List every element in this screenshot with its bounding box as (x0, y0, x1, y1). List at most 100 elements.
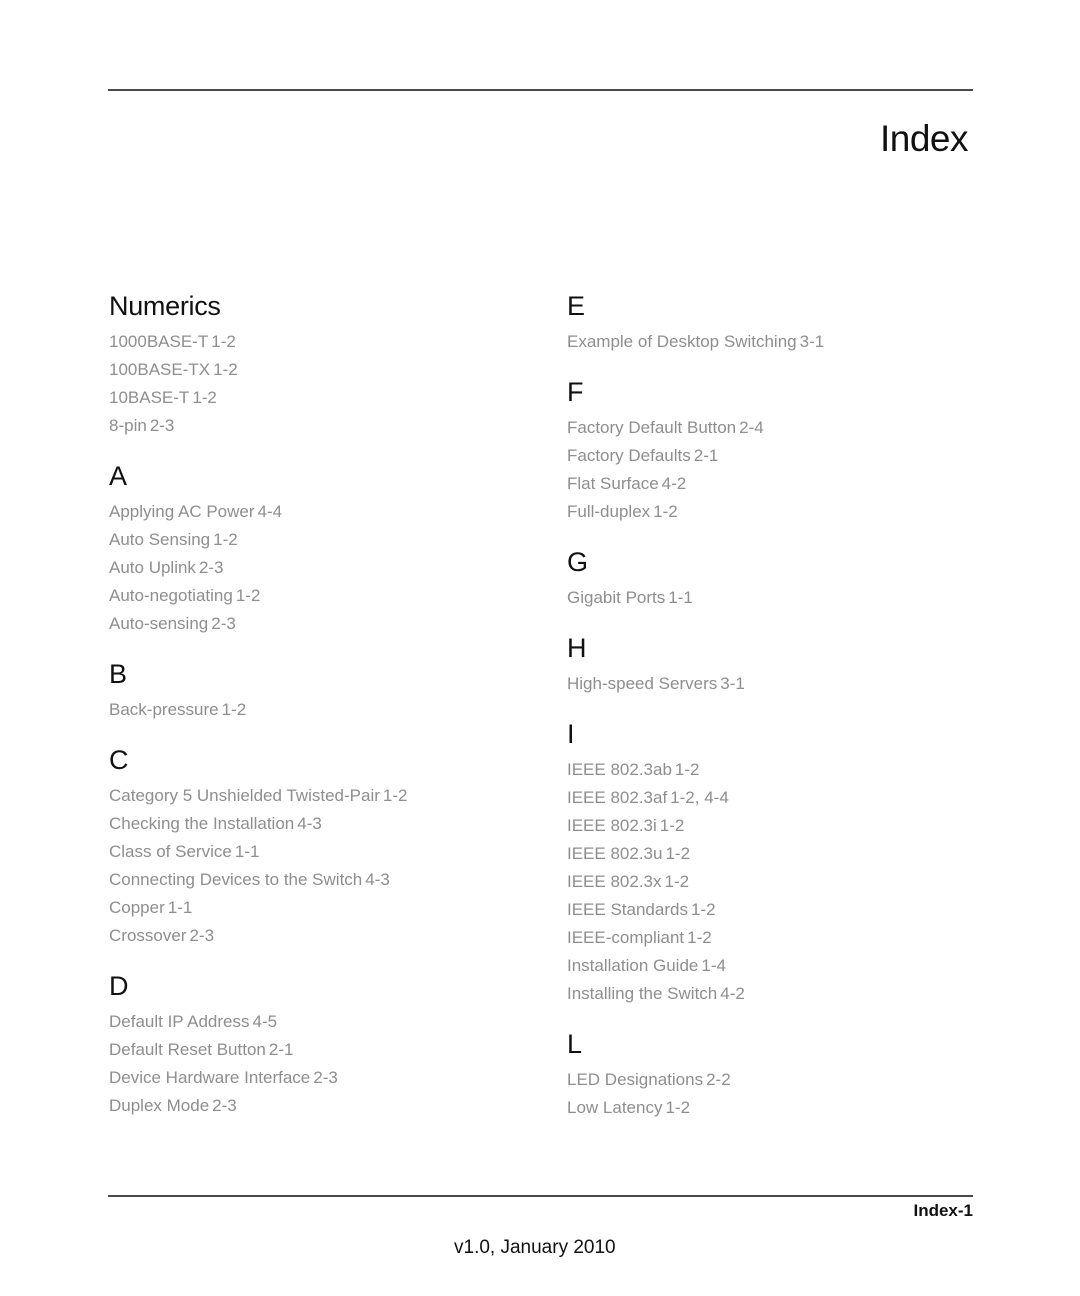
entry-term: IEEE Standards (567, 900, 688, 919)
entry-term: IEEE 802.3x (567, 872, 662, 891)
entry-term: Auto-negotiating (109, 586, 233, 605)
index-entry[interactable]: Checking the Installation 4-3 (109, 810, 529, 838)
index-entry[interactable]: Flat Surface 4-2 (567, 470, 987, 498)
entry-term: 8-pin (109, 416, 147, 435)
index-entry[interactable]: Low Latency 1-2 (567, 1094, 987, 1122)
entry-page-link[interactable]: 1-2 (383, 786, 408, 805)
entry-page-link[interactable]: 1-2 (687, 928, 712, 947)
index-section: Numerics 1000BASE-T 1-2 100BASE-TX 1-2 10BASE… (109, 288, 529, 440)
entry-page-link[interactable]: 4-4 (258, 502, 283, 521)
entry-page-link[interactable]: 1-2 (653, 502, 678, 521)
entry-page-link[interactable]: 1-2 (665, 872, 690, 891)
entry-page-link[interactable]: 1-2 (665, 844, 690, 863)
entry-page-link[interactable]: 1-2 (660, 816, 685, 835)
index-entry[interactable]: IEEE 802.3ab 1-2 (567, 756, 987, 784)
entry-page-link[interactable]: 2-3 (150, 416, 175, 435)
entry-term: Duplex Mode (109, 1096, 210, 1115)
entry-page-link[interactable]: 3-1 (720, 674, 745, 693)
index-entry[interactable]: Factory Default Button 2-4 (567, 414, 987, 442)
index-entry[interactable]: IEEE Standards 1-2 (567, 896, 987, 924)
entry-page-link[interactable]: 4-5 (253, 1012, 278, 1031)
index-entry[interactable]: Auto-sensing 2-3 (109, 610, 529, 638)
index-entry[interactable]: Copper 1-1 (109, 894, 529, 922)
index-entry[interactable]: IEEE 802.3u 1-2 (567, 840, 987, 868)
entry-page-link[interactable]: 2-1 (269, 1040, 294, 1059)
index-entry[interactable]: 100BASE-TX 1-2 (109, 356, 529, 384)
entry-page-link[interactable]: 4-2 (662, 474, 687, 493)
index-entry[interactable]: Example of Desktop Switching 3-1 (567, 328, 987, 356)
index-entry[interactable]: Class of Service 1-1 (109, 838, 529, 866)
index-entry[interactable]: Applying AC Power 4-4 (109, 498, 529, 526)
entry-page-link[interactable]: 4-2 (720, 984, 745, 1003)
index-entry[interactable]: Connecting Devices to the Switch 4-3 (109, 866, 529, 894)
index-entry[interactable]: LED Designations 2-2 (567, 1066, 987, 1094)
entry-page-link[interactable]: 2-3 (199, 558, 224, 577)
index-entry[interactable]: IEEE 802.3x 1-2 (567, 868, 987, 896)
index-entry[interactable]: Gigabit Ports 1-1 (567, 584, 987, 612)
entry-page-link[interactable]: 1-1 (668, 588, 693, 607)
index-entry[interactable]: Auto Uplink 2-3 (109, 554, 529, 582)
entry-page-link[interactable]: 3-1 (800, 332, 825, 351)
index-entry[interactable]: Default IP Address 4-5 (109, 1008, 529, 1036)
page-title: Index (879, 118, 969, 159)
entry-page-link[interactable]: 2-3 (313, 1068, 338, 1087)
entry-page-link[interactable]: 1-2 (222, 700, 247, 719)
entry-page-link[interactable]: 1-2 (691, 900, 716, 919)
entry-term: Connecting Devices to the Switch (109, 870, 363, 889)
entry-page-link[interactable]: 1-2 (213, 360, 238, 379)
index-entry[interactable]: Back-pressure 1-2 (109, 696, 529, 724)
entry-list: Category 5 Unshielded Twisted-Pair 1-2 Che… (109, 782, 529, 950)
entry-page-link[interactable]: 2-3 (211, 614, 236, 633)
index-entry[interactable]: Default Reset Button 2-1 (109, 1036, 529, 1064)
entry-page-link[interactable]: 1-2 (236, 586, 261, 605)
entry-term: Default IP Address (109, 1012, 250, 1031)
index-entry[interactable]: 8-pin 2-3 (109, 412, 529, 440)
entry-term: Category 5 Unshielded Twisted-Pair (109, 786, 380, 805)
index-entry[interactable]: Duplex Mode 2-3 (109, 1092, 529, 1120)
index-entry[interactable]: Auto Sensing 1-2 (109, 526, 529, 554)
entry-page-link[interactable]: 1-2 (665, 1098, 690, 1117)
entry-page-link[interactable]: 1-2 (192, 388, 217, 407)
entry-term: IEEE 802.3ab (567, 760, 672, 779)
entry-page-link[interactable]: 4-3 (365, 870, 390, 889)
section-heading: A (109, 461, 128, 491)
entry-list: Gigabit Ports 1-1 (567, 584, 987, 612)
entry-page-link[interactable]: 2-4 (739, 418, 764, 437)
entry-term: Auto Uplink (109, 558, 196, 577)
index-entry[interactable]: Auto-negotiating 1-2 (109, 582, 529, 610)
index-entry[interactable]: Device Hardware Interface 2-3 (109, 1064, 529, 1092)
index-entry[interactable]: Installing the Switch 4-2 (567, 980, 987, 1008)
entry-page-link[interactable]: 2-3 (212, 1096, 237, 1115)
entry-page-link[interactable]: 2-2 (706, 1070, 731, 1089)
entry-term: Checking the Installation (109, 814, 295, 833)
entry-term: Gigabit Ports (567, 588, 666, 607)
index-section: F Factory Default Button 2-4 Factory Defaul… (567, 374, 987, 526)
index-entry[interactable]: Factory Defaults 2-1 (567, 442, 987, 470)
entry-term: Low Latency (567, 1098, 663, 1117)
entry-term: Default Reset Button (109, 1040, 266, 1059)
entry-page-link[interactable]: 1-2, 4-4 (670, 788, 729, 807)
index-entry[interactable]: 1000BASE-T 1-2 (109, 328, 529, 356)
index-entry[interactable]: IEEE 802.3i 1-2 (567, 812, 987, 840)
index-entry[interactable]: Installation Guide 1-4 (567, 952, 987, 980)
entry-page-link[interactable]: 2-3 (189, 926, 214, 945)
index-entry[interactable]: 10BASE-T 1-2 (109, 384, 529, 412)
index-entry[interactable]: IEEE 802.3af 1-2, 4-4 (567, 784, 987, 812)
index-entry[interactable]: Crossover 2-3 (109, 922, 529, 950)
entry-page-link[interactable]: 1-1 (235, 842, 260, 861)
entry-term: IEEE 802.3af (567, 788, 668, 807)
index-entry[interactable]: Full-duplex 1-2 (567, 498, 987, 526)
index-column-left: Numerics 1000BASE-T 1-2 100BASE-TX 1-2 10BASE… (109, 288, 529, 1138)
index-entry[interactable]: IEEE-compliant 1-2 (567, 924, 987, 952)
entry-term: Auto Sensing (109, 530, 211, 549)
entry-page-link[interactable]: 1-1 (168, 898, 193, 917)
entry-page-link[interactable]: 1-4 (701, 956, 726, 975)
index-section: A Applying AC Power 4-4 Auto Sensing 1-2 Auto… (109, 458, 529, 638)
entry-page-link[interactable]: 1-2 (675, 760, 700, 779)
index-entry[interactable]: Category 5 Unshielded Twisted-Pair 1-2 (109, 782, 529, 810)
entry-page-link[interactable]: 2-1 (694, 446, 719, 465)
entry-page-link[interactable]: 1-2 (211, 332, 236, 351)
entry-page-link[interactable]: 1-2 (213, 530, 238, 549)
entry-page-link[interactable]: 4-3 (297, 814, 322, 833)
index-entry[interactable]: High-speed Servers 3-1 (567, 670, 987, 698)
